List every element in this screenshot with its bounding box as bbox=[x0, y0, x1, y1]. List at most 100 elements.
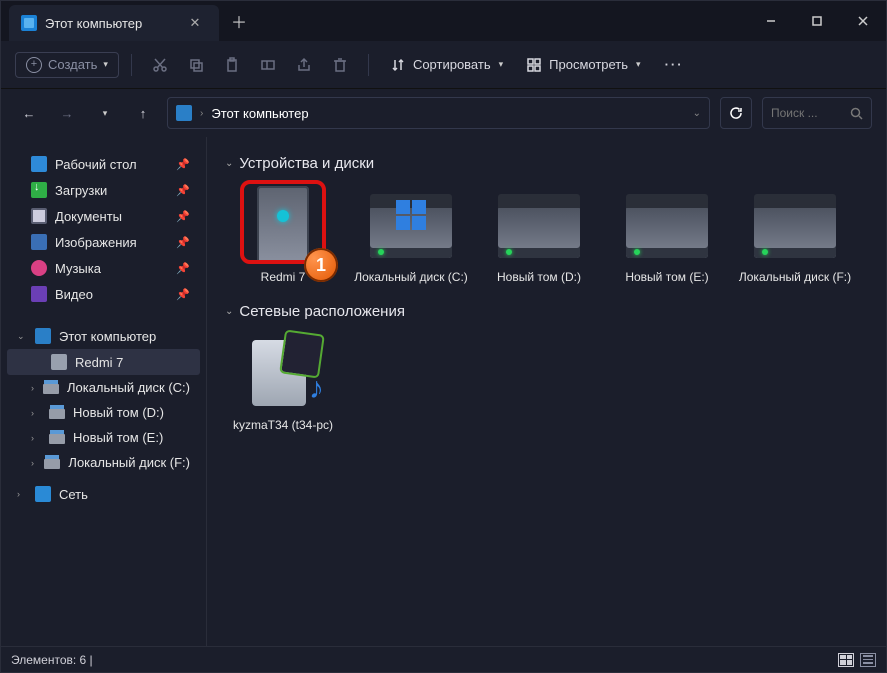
chevron-right-icon[interactable]: › bbox=[31, 433, 41, 443]
sidebar-item-drive-d[interactable]: › Новый том (D:) bbox=[7, 400, 200, 425]
sort-label: Сортировать bbox=[413, 57, 491, 72]
sort-button[interactable]: Сортировать ▾ bbox=[381, 53, 513, 76]
drive-icon bbox=[43, 384, 59, 394]
group-network-header[interactable]: ⌄ Сетевые расположения bbox=[225, 303, 868, 320]
item-label: Redmi 7 bbox=[261, 270, 306, 285]
share-button[interactable] bbox=[288, 49, 320, 81]
close-tab-button[interactable]: ✕ bbox=[183, 15, 207, 31]
paste-button[interactable] bbox=[216, 49, 248, 81]
chevron-down-icon[interactable]: ⌄ bbox=[17, 331, 27, 342]
view-button[interactable]: Просмотреть ▾ bbox=[517, 53, 650, 76]
pin-icon: 📌 bbox=[176, 158, 190, 171]
documents-icon bbox=[31, 208, 47, 224]
sidebar-item-label: Redmi 7 bbox=[75, 355, 123, 370]
new-tab-button[interactable]: ＋ bbox=[219, 1, 259, 41]
chevron-right-icon[interactable]: › bbox=[31, 383, 35, 393]
sidebar-item-video[interactable]: Видео📌 bbox=[7, 281, 200, 307]
cut-button[interactable] bbox=[144, 49, 176, 81]
drive-icon bbox=[754, 206, 836, 258]
tab-this-pc[interactable]: Этот компьютер ✕ bbox=[9, 5, 219, 41]
rename-button[interactable] bbox=[252, 49, 284, 81]
drive-icon bbox=[370, 206, 452, 258]
download-icon bbox=[31, 182, 47, 198]
sidebar-item-label: Новый том (D:) bbox=[73, 405, 164, 420]
sidebar-item-desktop[interactable]: Рабочий стол 📌 bbox=[7, 151, 200, 177]
nav-row: ← → ▾ ↑ › Этот компьютер ⌄ bbox=[1, 89, 886, 137]
network-share-kyzmat34[interactable]: ♪ kyzmaT34 (t34-pc) bbox=[225, 330, 341, 433]
drive-e[interactable]: Новый том (E:) bbox=[609, 182, 725, 285]
search-box[interactable] bbox=[762, 97, 872, 129]
tab-title: Этот компьютер bbox=[45, 16, 175, 31]
sidebar-item-label: Документы bbox=[55, 209, 122, 224]
delete-button[interactable] bbox=[324, 49, 356, 81]
group-devices-header[interactable]: ⌄ Устройства и диски bbox=[225, 155, 868, 172]
media-share-icon: ♪ bbox=[248, 334, 318, 412]
sidebar-item-this-pc[interactable]: ⌄ Этот компьютер bbox=[7, 323, 200, 349]
sidebar-item-music[interactable]: Музыка📌 bbox=[7, 255, 200, 281]
recent-button[interactable]: ▾ bbox=[91, 99, 119, 127]
chevron-right-icon[interactable]: › bbox=[31, 408, 41, 418]
chevron-down-icon[interactable]: ⌄ bbox=[693, 108, 701, 119]
sidebar-item-documents[interactable]: Документы 📌 bbox=[7, 203, 200, 229]
item-label: Локальный диск (F:) bbox=[739, 270, 851, 285]
phone-icon bbox=[257, 186, 309, 264]
address-bar[interactable]: › Этот компьютер ⌄ bbox=[167, 97, 710, 129]
sidebar-item-label: Этот компьютер bbox=[59, 329, 156, 344]
chevron-down-icon: ⌄ bbox=[225, 306, 233, 317]
back-button[interactable]: ← bbox=[15, 99, 43, 127]
create-label: Создать bbox=[48, 57, 97, 72]
drive-icon bbox=[49, 434, 65, 444]
copy-button[interactable] bbox=[180, 49, 212, 81]
desktop-icon bbox=[31, 156, 47, 172]
pin-icon: 📌 bbox=[176, 210, 190, 223]
pictures-icon bbox=[31, 234, 47, 250]
close-button[interactable] bbox=[840, 1, 886, 41]
item-label: kyzmaT34 (t34-pc) bbox=[233, 418, 333, 433]
sidebar-item-label: Новый том (E:) bbox=[73, 430, 163, 445]
chevron-right-icon[interactable]: › bbox=[31, 458, 36, 468]
group-title: Устройства и диски bbox=[239, 155, 374, 172]
network-icon bbox=[35, 486, 51, 502]
drive-d[interactable]: Новый том (D:) bbox=[481, 182, 597, 285]
sidebar-item-redmi7[interactable]: Redmi 7 bbox=[7, 349, 200, 375]
maximize-button[interactable] bbox=[794, 1, 840, 41]
chevron-down-icon: ▾ bbox=[636, 59, 641, 70]
sidebar-item-downloads[interactable]: Загрузки📌 bbox=[7, 177, 200, 203]
sidebar-item-label: Сеть bbox=[59, 487, 88, 502]
music-icon bbox=[31, 260, 47, 276]
drive-f[interactable]: Локальный диск (F:) bbox=[737, 182, 853, 285]
pin-icon: 📌 bbox=[176, 236, 190, 249]
sidebar-item-drive-e[interactable]: › Новый том (E:) bbox=[7, 425, 200, 450]
explorer-window: Этот компьютер ✕ ＋ + Создать ▾ Сортирова… bbox=[0, 0, 887, 673]
chevron-down-icon: ▾ bbox=[499, 59, 504, 70]
breadcrumb-root[interactable]: Этот компьютер bbox=[211, 106, 308, 121]
breadcrumb-separator-icon: › bbox=[200, 108, 203, 119]
sidebar-item-label: Музыка bbox=[55, 261, 101, 276]
more-button[interactable]: ··· bbox=[655, 53, 694, 76]
view-icon bbox=[527, 58, 541, 72]
device-redmi7[interactable]: 1 Redmi 7 bbox=[225, 182, 341, 285]
refresh-button[interactable] bbox=[720, 97, 752, 129]
search-input[interactable] bbox=[771, 106, 850, 120]
drive-c[interactable]: Локальный диск (C:) bbox=[353, 182, 469, 285]
sidebar-item-label: Рабочий стол bbox=[55, 157, 137, 172]
view-thumbnails-button[interactable] bbox=[838, 653, 854, 667]
item-label: Новый том (D:) bbox=[497, 270, 581, 285]
sidebar-item-network[interactable]: › Сеть bbox=[7, 481, 200, 507]
minimize-button[interactable] bbox=[748, 1, 794, 41]
pc-icon bbox=[21, 15, 37, 31]
drive-icon bbox=[44, 459, 60, 469]
up-button[interactable]: ↑ bbox=[129, 99, 157, 127]
chevron-down-icon: ▾ bbox=[103, 59, 108, 70]
sidebar-item-pictures[interactable]: Изображения📌 bbox=[7, 229, 200, 255]
sidebar-item-drive-f[interactable]: ›Локальный диск (F:) bbox=[7, 450, 200, 475]
sidebar-item-label: Видео bbox=[55, 287, 93, 302]
plus-icon: + bbox=[26, 57, 42, 73]
titlebar: Этот компьютер ✕ ＋ bbox=[1, 1, 886, 41]
view-details-button[interactable] bbox=[860, 653, 876, 667]
create-button[interactable]: + Создать ▾ bbox=[15, 52, 119, 78]
sidebar-item-drive-c[interactable]: ›Локальный диск (C:) bbox=[7, 375, 200, 400]
content-area: ⌄ Устройства и диски 1 Redmi 7 bbox=[207, 137, 886, 646]
chevron-right-icon[interactable]: › bbox=[17, 489, 27, 499]
forward-button[interactable]: → bbox=[53, 99, 81, 127]
